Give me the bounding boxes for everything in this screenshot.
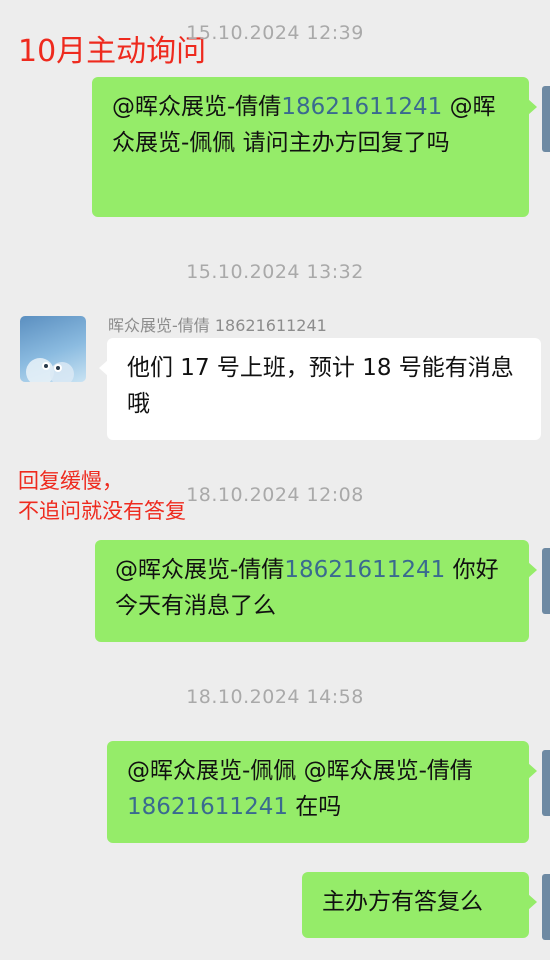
self-avatar[interactable] xyxy=(542,86,550,152)
mention[interactable]: @晖众展览-倩倩 xyxy=(112,94,281,120)
message-text: 主办方有答复么 xyxy=(322,889,483,915)
self-avatar[interactable] xyxy=(542,548,550,614)
phone-link[interactable]: 18621611241 xyxy=(281,94,442,120)
timestamp: 15.10.2024 12:39 xyxy=(186,22,364,44)
outgoing-message[interactable]: @晖众展览-倩倩18621611241 你好 今天有消息了么 xyxy=(95,540,537,642)
message-text: 他们 17 号上班，预计 18 号能有消息哦 xyxy=(127,355,514,417)
self-avatar[interactable] xyxy=(542,874,550,940)
sender-name: 晖众展览-倩倩 18621611241 xyxy=(108,316,327,335)
mention[interactable]: @晖众展览-佩佩 @晖众展览-倩倩 xyxy=(127,758,473,784)
chat-window: 10月主动询问 15.10.2024 12:39 @晖众展览-倩倩1862161… xyxy=(0,0,550,960)
outgoing-message[interactable]: @晖众展览-佩佩 @晖众展览-倩倩 18621611241 在吗 xyxy=(107,741,537,843)
avatar[interactable] xyxy=(20,316,86,382)
outgoing-message[interactable]: @晖众展览-倩倩18621611241 @晖众展览-佩佩 请问主办方回复了吗 xyxy=(92,77,537,217)
timestamp: 15.10.2024 13:32 xyxy=(186,261,364,283)
mention[interactable]: @晖众展览-倩倩 xyxy=(115,557,284,583)
outgoing-message[interactable]: 主办方有答复么 xyxy=(302,872,537,938)
message-text: 在吗 xyxy=(287,794,342,820)
self-avatar[interactable] xyxy=(542,750,550,816)
frog-avatar-icon xyxy=(26,358,74,382)
phone-link[interactable]: 18621611241 xyxy=(127,794,288,820)
phone-link[interactable]: 18621611241 xyxy=(284,557,445,583)
timestamp: 18.10.2024 14:58 xyxy=(186,686,364,708)
timestamp: 18.10.2024 12:08 xyxy=(186,484,364,506)
incoming-message[interactable]: 他们 17 号上班，预计 18 号能有消息哦 xyxy=(99,338,541,440)
